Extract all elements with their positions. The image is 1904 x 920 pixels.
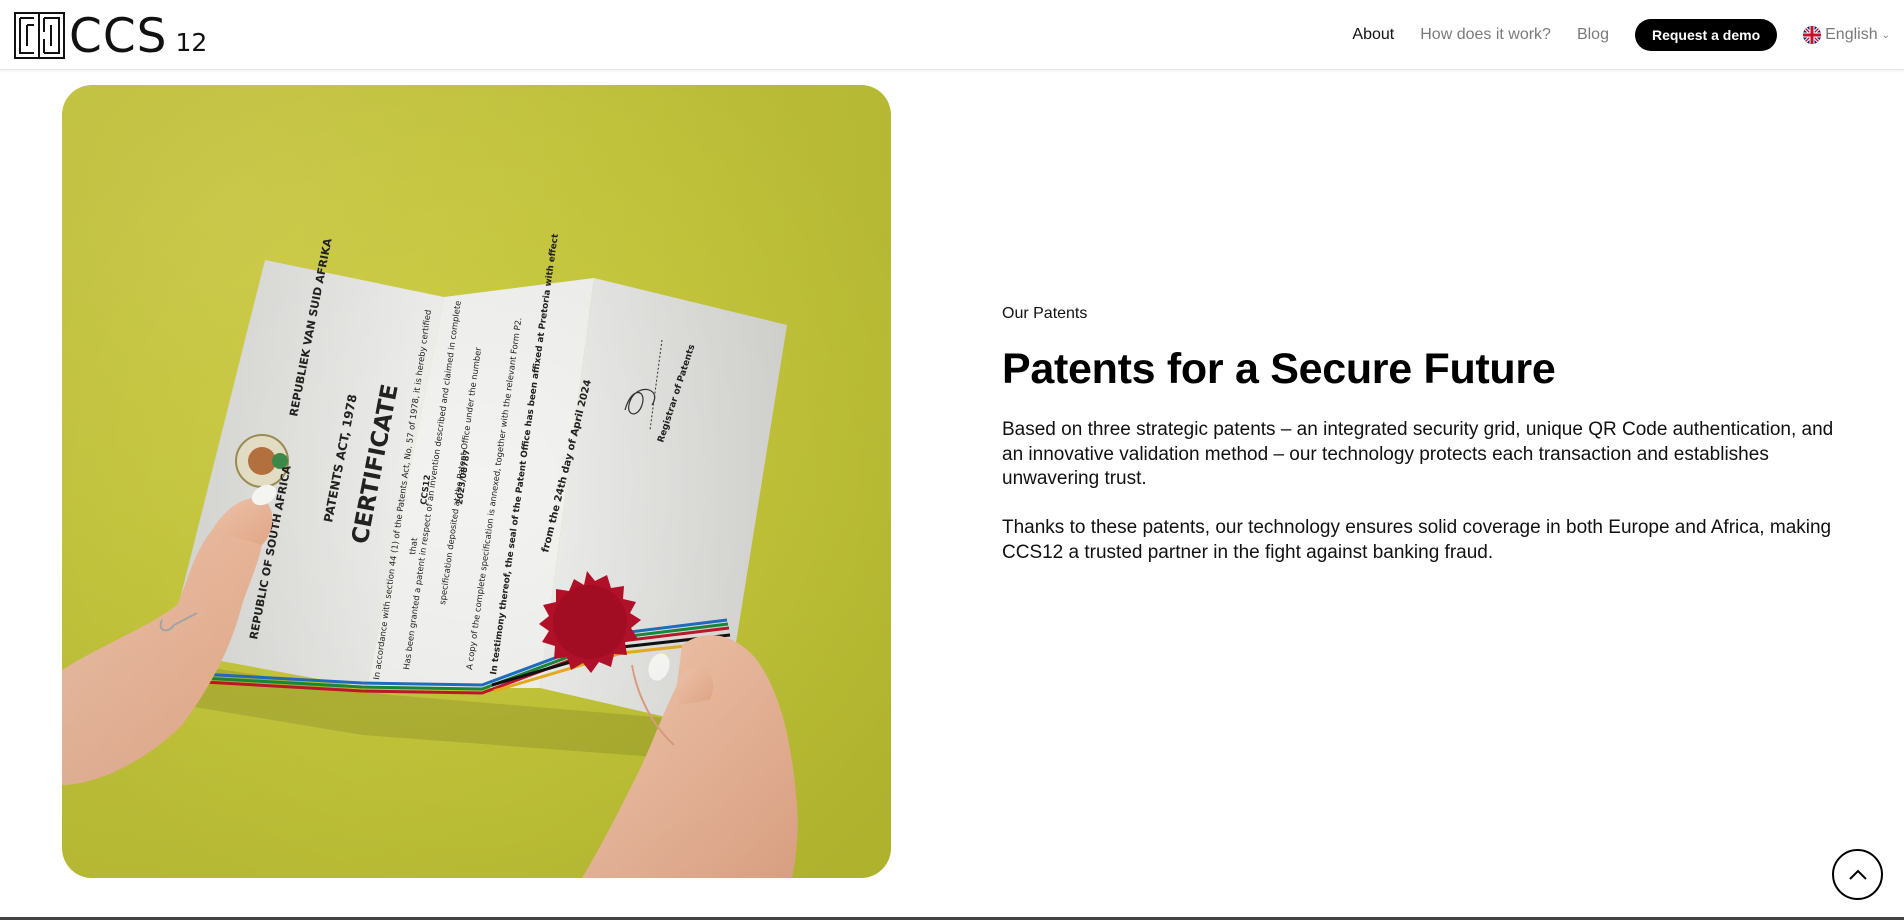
language-label: English [1825, 26, 1878, 43]
site-header: CCS 12 About How does it work? Blog Requ… [0, 0, 1904, 70]
nav-link-how-it-works[interactable]: How does it work? [1420, 26, 1551, 44]
logo-text: CCS [69, 9, 168, 64]
back-to-top-button[interactable] [1832, 849, 1883, 900]
site-logo[interactable]: CCS 12 [14, 9, 208, 64]
logo-mark-icon [14, 12, 65, 59]
section-eyebrow: Our Patents [1002, 305, 1088, 322]
nav-link-about[interactable]: About [1352, 26, 1394, 44]
section-paragraph-1: Based on three strategic patents – an in… [1002, 419, 1834, 489]
logo-subtext: 12 [175, 28, 208, 57]
chevron-down-icon: ⌄ [1881, 29, 1890, 41]
request-demo-button[interactable]: Request a demo [1634, 19, 1778, 51]
uk-flag-icon [1803, 26, 1822, 44]
language-selector[interactable]: English ⌄ [1803, 26, 1890, 44]
main-nav: About How does it work? Blog Request a d… [1352, 0, 1904, 70]
section-title: Patents for a Secure Future [1002, 345, 1556, 393]
certificate-illustration: REPUBLIEK VAN SUID AFRIKA PATENTS ACT, 1… [62, 85, 891, 878]
section-paragraph-2: Thanks to these patents, our technology … [1002, 517, 1832, 563]
nav-link-blog[interactable]: Blog [1577, 26, 1609, 44]
patent-certificate-photo: REPUBLIEK VAN SUID AFRIKA PATENTS ACT, 1… [62, 85, 891, 878]
chevron-up-icon [1848, 869, 1867, 880]
